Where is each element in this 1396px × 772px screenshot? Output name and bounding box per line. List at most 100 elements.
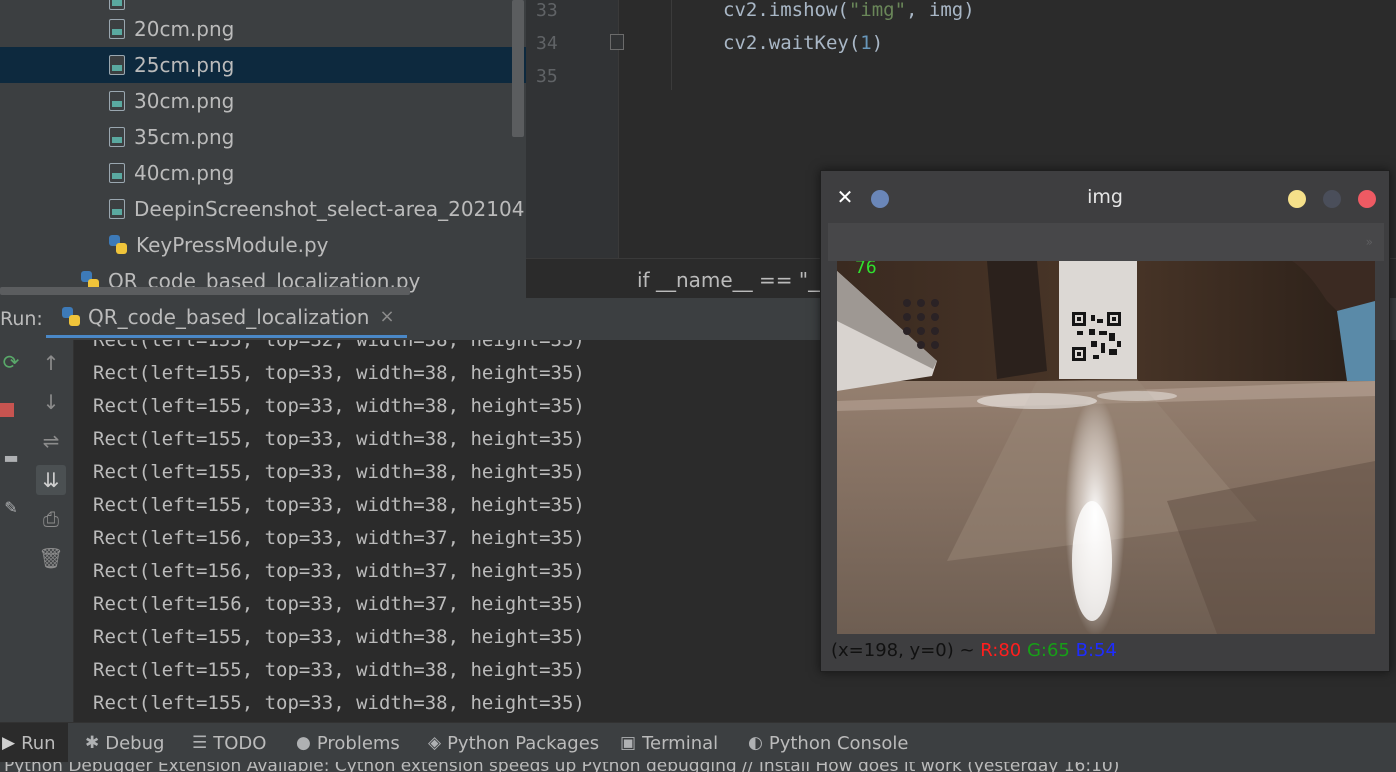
arrow-up-icon[interactable]: ↑ — [36, 348, 66, 378]
print-icon[interactable]: ⎙ — [36, 504, 66, 534]
tree-item-label: 25cm.png — [134, 53, 235, 77]
project-tree: 20cm.png 25cm.png 30cm.png 35cm.png 40cm… — [0, 0, 526, 298]
console-line: Rect(left=155, top=33, width=38, height=… — [93, 461, 585, 483]
tree-item-label: KeyPressModule.py — [136, 233, 329, 257]
console-line: Rect(left=155, top=33, width=38, height=… — [93, 692, 585, 714]
line-number: 33 — [536, 0, 558, 21]
tree-item-deepin-screenshot[interactable]: DeepinScreenshot_select-area_2021041920 — [0, 191, 526, 227]
line-number: 34 — [536, 33, 558, 54]
tab-run[interactable]: ▶ Run — [0, 723, 68, 763]
opencv-image-window[interactable]: ✕ img » 76 (x=198, y=0) ~ R:80 G:65 B:54 — [820, 170, 1390, 672]
terminal-icon: ▣ — [620, 733, 637, 753]
tree-item-40cm[interactable]: 40cm.png — [0, 155, 526, 191]
bug-icon: ✱ — [85, 733, 100, 753]
run-console-toolbar: ↑ ↓ ⇌ ⇊ ⎙ 🗑 — [30, 340, 74, 722]
run-left-toolbar: ⟳ ▬ ✎ — [0, 340, 30, 722]
tab-python-console[interactable]: ◐ Python Console — [748, 723, 908, 763]
soft-wrap-icon[interactable]: ⇌ — [36, 426, 66, 456]
scroll-to-end-icon[interactable]: ⇊ — [36, 465, 66, 495]
window-minimize-button[interactable] — [1288, 190, 1306, 208]
toolbar-overflow-icon[interactable]: » — [1366, 235, 1374, 249]
tree-item-20cm[interactable]: 20cm.png — [0, 11, 526, 47]
tab-label: Terminal — [642, 732, 719, 754]
python-console-icon: ◐ — [748, 733, 763, 753]
pixel-red-value: R:80 — [980, 640, 1022, 661]
camera-frame-image — [837, 261, 1375, 634]
window-maximize-button[interactable] — [1323, 190, 1341, 208]
tab-label: Python Console — [768, 732, 909, 754]
pixel-info: (x=198, y=0) ~ R:80 G:65 B:54 — [831, 640, 1117, 661]
layout-icon[interactable]: ▬ — [0, 448, 22, 472]
tree-item-label: 30cm.png — [134, 89, 235, 113]
code-line-33[interactable]: cv2.imshow("img", img) — [723, 0, 975, 21]
image-file-icon — [109, 55, 125, 75]
window-titlebar[interactable]: ✕ img — [821, 171, 1389, 223]
pixel-coords: (x=198, y=0) ~ — [831, 640, 981, 661]
run-tab-label: QR_code_based_localization — [88, 304, 370, 329]
image-file-icon — [109, 163, 125, 183]
tab-problems[interactable]: ● Problems — [296, 723, 400, 763]
pixel-green-value: G:65 — [1026, 640, 1070, 661]
fold-marker-icon[interactable] — [610, 34, 624, 50]
image-file-icon — [109, 19, 125, 39]
line-number: 35 — [536, 66, 558, 87]
tree-item-label: DeepinScreenshot_select-area_2021041920 — [134, 197, 526, 221]
tree-horizontal-scrollbar[interactable] — [0, 287, 410, 295]
tree-item-label: 40cm.png — [134, 161, 235, 185]
packages-icon: ◈ — [428, 733, 442, 753]
tab-label: Debug — [105, 732, 165, 754]
console-line: Rect(left=155, top=33, width=38, height=… — [93, 428, 585, 450]
tab-todo[interactable]: ☰ TODO — [192, 723, 266, 763]
python-file-icon — [109, 235, 127, 255]
run-tab-qr-localization[interactable]: QR_code_based_localization × — [46, 298, 407, 338]
window-close-button[interactable] — [1358, 190, 1376, 208]
image-file-icon — [109, 199, 125, 219]
breadcrumb[interactable]: if __name__ == "__m — [637, 268, 848, 292]
qr-code — [1071, 311, 1123, 363]
image-file-icon — [109, 127, 125, 147]
tab-terminal[interactable]: ▣ Terminal — [620, 723, 718, 763]
fps-overlay: 76 — [855, 261, 877, 278]
tree-item-30cm[interactable]: 30cm.png — [0, 83, 526, 119]
console-line: Rect(left=155, top=33, width=38, height=… — [93, 494, 585, 516]
tree-item-label: 20cm.png — [134, 17, 235, 41]
tab-label: Run — [21, 732, 56, 754]
close-icon[interactable]: × — [379, 306, 394, 327]
run-label: Run: — [0, 308, 43, 330]
arrow-down-icon[interactable]: ↓ — [36, 387, 66, 417]
python-file-icon — [62, 306, 80, 327]
tab-label: TODO — [213, 732, 267, 754]
tab-python-packages[interactable]: ◈ Python Packages — [428, 723, 599, 763]
rerun-icon[interactable]: ⟳ — [0, 350, 22, 374]
tab-debug[interactable]: ✱ Debug — [85, 723, 164, 763]
pixel-blue-value: B:54 — [1075, 640, 1117, 661]
line-number-gutter: 33 34 35 — [526, 0, 624, 258]
code-line-34[interactable]: cv2.waitKey(1) — [723, 32, 883, 54]
tab-label: Python Packages — [447, 732, 600, 754]
trash-icon[interactable]: 🗑 — [36, 543, 66, 573]
tree-item-35cm[interactable]: 35cm.png — [0, 119, 526, 155]
bottom-tool-window-bar: ▶ Run ✱ Debug ☰ TODO ● Problems ◈ Python… — [0, 722, 1396, 763]
tree-item-keypressmodule[interactable]: KeyPressModule.py — [0, 227, 526, 263]
tree-vertical-scrollbar[interactable] — [512, 0, 524, 137]
console-line: Rect(left=156, top=33, width=37, height=… — [93, 593, 585, 615]
console-line: Rect(left=155, top=33, width=38, height=… — [93, 659, 585, 681]
problems-icon: ● — [296, 733, 311, 753]
console-line: Rect(left=155, top=33, width=38, height=… — [93, 626, 585, 648]
console-line: Rect(left=155, top=33, width=38, height=… — [93, 362, 585, 384]
indent-guide — [671, 0, 672, 90]
camera-frame[interactable]: 76 — [837, 261, 1375, 634]
console-line: Rect(left=155, top=33, width=38, height=… — [93, 395, 585, 417]
image-file-icon — [109, 0, 125, 10]
status-bar: Python Debugger Extension Available: Cyt… — [0, 762, 1396, 772]
stop-icon[interactable] — [0, 398, 22, 422]
tab-label: Problems — [316, 732, 400, 754]
pin-icon[interactable]: ✎ — [0, 498, 22, 522]
tree-item-25cm[interactable]: 25cm.png — [0, 47, 526, 83]
status-message[interactable]: Python Debugger Extension Available: Cyt… — [4, 762, 1119, 772]
console-line: Rect(left=156, top=33, width=37, height=… — [93, 560, 585, 582]
console-line: Rect(left=156, top=33, width=37, height=… — [93, 527, 585, 549]
list-icon: ☰ — [192, 733, 208, 753]
run-icon: ▶ — [2, 733, 16, 753]
tree-item-label: 35cm.png — [134, 125, 235, 149]
